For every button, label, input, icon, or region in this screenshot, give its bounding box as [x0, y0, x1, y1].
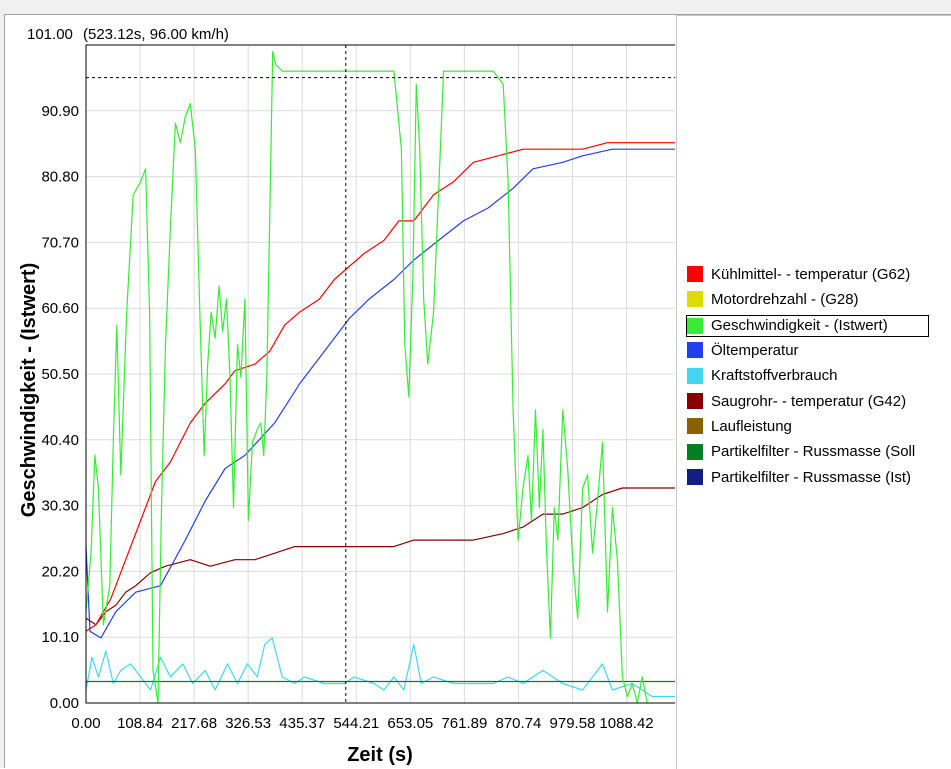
series-line — [85, 487, 675, 626]
x-tick-label: 1088.42 — [599, 715, 653, 732]
legend-label: Geschwindigkeit - (Istwert) — [711, 317, 888, 335]
legend-item[interactable]: Saugrohr- - temperatur (G42) — [687, 391, 906, 411]
legend-item[interactable]: Kraftstoffverbrauch — [687, 366, 837, 386]
x-tick-label: 108.84 — [117, 715, 163, 732]
x-tick-label: 761.89 — [441, 715, 487, 732]
legend-label: Öltemperatur — [711, 341, 799, 359]
y-tick-label: 0.00 — [50, 695, 79, 712]
series-line — [85, 142, 675, 632]
window-top-bar — [0, 0, 951, 15]
legend-swatch — [687, 469, 703, 486]
x-tick-label: 544.21 — [333, 715, 379, 732]
legend-label: Partikelfilter - Russmasse (Ist) — [711, 468, 912, 486]
x-tick-label: 979.58 — [550, 715, 596, 732]
legend-label: Kraftstoffverbrauch — [711, 367, 838, 385]
x-tick-label: 653.05 — [387, 715, 433, 732]
legend-swatch — [687, 418, 703, 435]
legend-swatch — [687, 443, 703, 460]
legend-swatch — [687, 367, 703, 384]
legend-label: Kühlmittel- - temperatur (G62) — [711, 265, 911, 283]
legend-item[interactable]: Partikelfilter - Russmasse (Ist) — [687, 467, 911, 487]
legend-swatch — [687, 266, 703, 282]
legend-item[interactable]: Öltemperatur — [687, 340, 799, 360]
y-tick-label: 10.10 — [41, 629, 79, 646]
legend-swatch — [687, 342, 703, 359]
x-tick-label: 217.68 — [171, 715, 217, 732]
legend-item[interactable]: Motordrehzahl - (G28) — [687, 289, 859, 309]
legend-item[interactable]: Laufleistung — [687, 416, 792, 436]
y-tick-label: 50.50 — [41, 366, 79, 383]
legend-swatch — [687, 393, 703, 409]
cursor-readout: (523.12s, 96.00 km/h) — [83, 26, 229, 43]
chart[interactable]: 0.00 108.84 217.68 326.53 435.37 544.21 653.05… — [5, 15, 675, 767]
y-axis-label: Geschwindigkeit - (Istwert) — [18, 263, 40, 517]
y-tick-label: 70.70 — [41, 234, 79, 251]
legend-panel[interactable]: Kühlmittel- - temperatur (G62) Motordrehz… — [676, 15, 951, 769]
legend-item[interactable]: Partikelfilter - Russmasse (Soll — [687, 442, 915, 462]
legend-item[interactable]: Kühlmittel- - temperatur (G62) — [687, 264, 910, 284]
legend-swatch — [687, 291, 703, 308]
y-tick-label: 101.00 — [27, 26, 73, 43]
legend-label: Partikelfilter - Russmasse (Soll — [711, 443, 916, 461]
y-tick-label: 30.30 — [41, 498, 79, 515]
legend-label: Motordrehzahl - (G28) — [711, 290, 859, 308]
series-line — [85, 148, 675, 639]
x-axis-label: Zeit (s) — [347, 744, 413, 766]
y-tick-label: 40.40 — [41, 432, 79, 449]
y-tick-label: 80.80 — [41, 169, 79, 186]
x-tick-label: 435.37 — [279, 715, 325, 732]
y-tick-label: 60.60 — [41, 300, 79, 317]
y-tick-label: 20.20 — [41, 563, 79, 580]
legend-label: Saugrohr- - temperatur (G42) — [711, 392, 907, 410]
chart-series — [85, 50, 675, 704]
x-tick-label: 870.74 — [495, 715, 541, 732]
legend-label: Laufleistung — [711, 417, 792, 435]
x-tick-labels: 0.00 108.84 217.68 326.53 435.37 544.21 653.05… — [71, 715, 653, 732]
x-tick-label: 0.00 — [71, 715, 100, 732]
legend-swatch — [687, 317, 703, 334]
y-tick-label: 90.90 — [41, 103, 79, 120]
x-tick-label: 326.53 — [225, 715, 271, 732]
series-line — [85, 637, 675, 698]
legend-item[interactable]: Geschwindigkeit - (Istwert) — [686, 314, 929, 337]
